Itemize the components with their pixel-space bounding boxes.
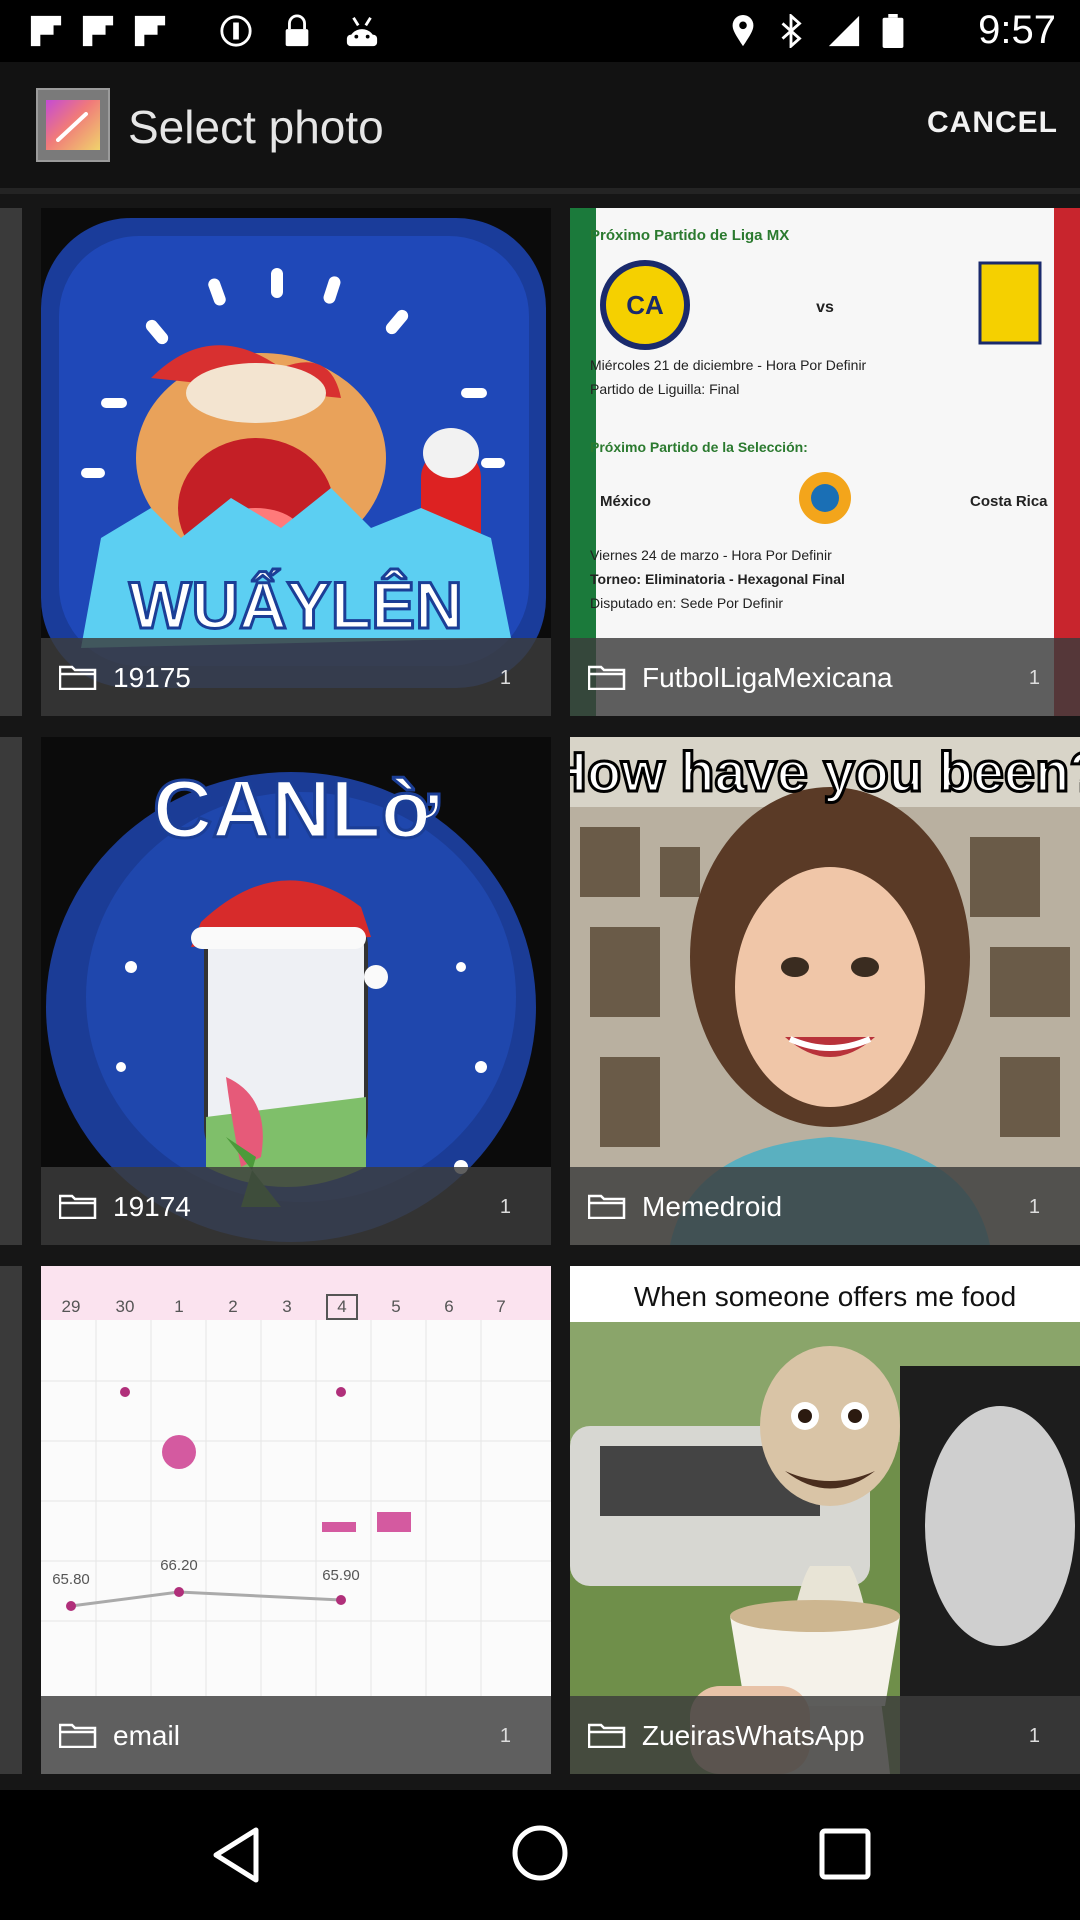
app-bar: Select photo CANCEL	[0, 62, 1080, 188]
partial-album-tile[interactable]	[0, 208, 22, 716]
album-tile[interactable]: Próximo Partido de Liga MX CA vs Miércol…	[570, 208, 1080, 716]
svg-text:65.90: 65.90	[322, 1567, 360, 1584]
thumbnail-text: CANLờ	[153, 764, 440, 855]
svg-text:4: 4	[337, 1297, 346, 1316]
album-tile[interactable]: 29 30 1 2 3 4 5 6 7 65.80 66.20 65.90 em…	[41, 1266, 551, 1774]
svg-text:3: 3	[282, 1297, 291, 1316]
album-count: 1	[1028, 1196, 1040, 1218]
album-count: 1	[499, 667, 511, 689]
album-name: ZueirasWhatsApp	[642, 1720, 865, 1751]
album-tile[interactable]: CANLờ 19174 1	[41, 737, 551, 1245]
folder-icon	[59, 665, 97, 690]
svg-text:30: 30	[116, 1297, 135, 1316]
home-icon[interactable]	[510, 1823, 570, 1883]
svg-text:66.20: 66.20	[160, 1557, 198, 1574]
svg-text:6: 6	[444, 1297, 453, 1316]
svg-text:65.80: 65.80	[52, 1571, 90, 1588]
status-bar: 9:57	[0, 0, 1080, 62]
cancel-button[interactable]: CANCEL	[927, 106, 1058, 140]
svg-text:Viernes 24 de marzo - Hora Por: Viernes 24 de marzo - Hora Por Definir	[590, 547, 832, 563]
lock-icon	[285, 14, 309, 47]
album-name: 19175	[113, 662, 191, 693]
svg-text:Próximo Partido de Liga MX: Próximo Partido de Liga MX	[590, 227, 789, 244]
svg-text:Disputado en: Sede Por Definir: Disputado en: Sede Por Definir	[590, 595, 783, 611]
album-label-bar: ZueirasWhatsApp 1	[570, 1696, 1080, 1774]
clock: 9:57	[978, 8, 1056, 52]
page-title: Select photo	[128, 101, 384, 153]
folder-icon	[588, 1723, 626, 1748]
album-count: 1	[1028, 667, 1040, 689]
svg-text:Partido de Liguilla: Final: Partido de Liguilla: Final	[590, 381, 739, 397]
partial-album-tile[interactable]	[0, 737, 22, 1245]
folder-icon	[59, 1723, 97, 1748]
album-tile[interactable]: WUẤYLÊN 19175 1	[41, 208, 551, 716]
album-tile[interactable]: How have you been? Memedroid 1	[570, 737, 1080, 1245]
album-count: 1	[1028, 1725, 1040, 1747]
svg-text:29: 29	[62, 1297, 81, 1316]
navigation-bar	[0, 1790, 1080, 1920]
svg-text:1: 1	[174, 1297, 183, 1316]
partial-album-tile[interactable]	[0, 1266, 22, 1774]
flipboard-icon	[134, 15, 166, 47]
back-icon[interactable]	[210, 1826, 262, 1884]
album-label-bar: Memedroid 1	[570, 1167, 1080, 1245]
gallery-icon	[36, 88, 110, 162]
android-icon	[346, 17, 378, 47]
album-label-bar: FutbolLigaMexicana 1	[570, 638, 1080, 716]
svg-text:México: México	[600, 493, 651, 510]
svg-text:CA: CA	[626, 290, 664, 320]
folder-icon	[59, 1194, 97, 1219]
album-tile[interactable]: When someone offers me food ZueirasWhats…	[570, 1266, 1080, 1774]
album-name: FutbolLigaMexicana	[642, 662, 893, 693]
svg-text:Próximo Partido de la Selecció: Próximo Partido de la Selección:	[590, 439, 808, 455]
album-name: email	[113, 1720, 180, 1751]
recents-icon[interactable]	[818, 1827, 872, 1881]
thumbnail-text: WUẤYLÊN	[129, 568, 463, 642]
album-name: 19174	[113, 1191, 191, 1222]
album-label-bar: email 1	[41, 1696, 551, 1774]
signal-icon	[828, 15, 860, 47]
svg-text:5: 5	[391, 1297, 400, 1316]
album-count: 1	[499, 1725, 511, 1747]
svg-text:Torneo: Eliminatoria - Hexagon: Torneo: Eliminatoria - Hexagonal Final	[590, 571, 845, 587]
folder-icon	[588, 665, 626, 690]
album-label-bar: 19174 1	[41, 1167, 551, 1245]
thumbnail-text: How have you been?	[570, 740, 1080, 803]
album-count: 1	[499, 1196, 511, 1218]
album-label-bar: 19175 1	[41, 638, 551, 716]
svg-text:vs: vs	[816, 299, 834, 316]
battery-icon	[882, 14, 904, 48]
svg-text:7: 7	[496, 1297, 505, 1316]
flipboard-icon	[30, 15, 62, 47]
svg-text:Costa Rica: Costa Rica	[970, 493, 1048, 510]
svg-text:2: 2	[228, 1297, 237, 1316]
svg-text:Miércoles 21 de diciembre - Ho: Miércoles 21 de diciembre - Hora Por Def…	[590, 357, 867, 373]
bluetooth-icon	[781, 14, 802, 48]
thumbnail-text: When someone offers me food	[634, 1281, 1016, 1312]
location-icon	[732, 14, 754, 47]
folder-icon	[588, 1194, 626, 1219]
album-name: Memedroid	[642, 1191, 783, 1222]
flipboard-icon	[82, 15, 114, 47]
silent-icon	[220, 15, 252, 47]
